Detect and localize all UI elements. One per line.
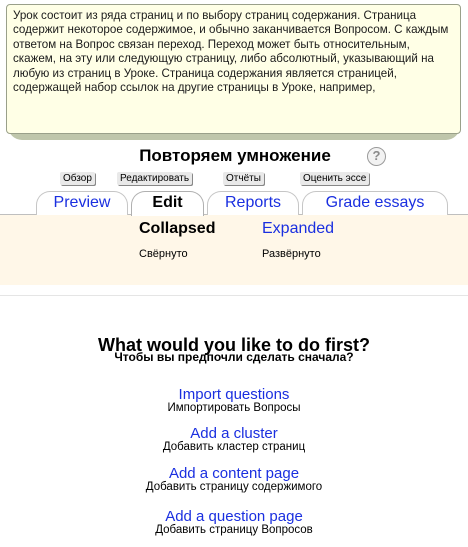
- tab-caption-grade: Оценить эссе: [300, 172, 370, 185]
- question-caption: Чтобы вы предпочли сделать сначала?: [114, 350, 354, 364]
- tab-preview[interactable]: Preview: [36, 191, 128, 215]
- subtab-band: [0, 215, 468, 285]
- add-cluster-link[interactable]: Add a cluster: [0, 425, 468, 442]
- help-icon[interactable]: ?: [367, 147, 386, 166]
- info-text: Урок состоит из ряда страниц и по выбору…: [13, 9, 449, 95]
- tab-edit[interactable]: Edit: [131, 191, 204, 216]
- tab-caption-reports: Отчёты: [223, 172, 264, 185]
- subtab-expanded-caption: Развёрнуто: [262, 248, 321, 260]
- info-tooltip: Урок состоит из ряда страниц и по выбору…: [6, 4, 461, 134]
- subtab-expanded[interactable]: Expanded: [262, 220, 334, 238]
- tab-reports[interactable]: Reports: [207, 191, 299, 215]
- tab-row: Preview Edit Reports Grade essays: [0, 191, 468, 216]
- add-content-page-link[interactable]: Add a content page: [0, 465, 468, 482]
- divider: [0, 295, 468, 296]
- add-question-page-link[interactable]: Add a question page: [0, 508, 468, 525]
- add-content-page-caption: Добавить страницу содержимого: [145, 481, 323, 493]
- subtab-collapsed-caption: Свёрнуто: [139, 248, 188, 260]
- add-cluster-caption: Добавить кластер страниц: [162, 441, 306, 453]
- import-questions-caption: Импортировать Вопросы: [167, 402, 301, 414]
- import-questions-link[interactable]: Import questions: [0, 386, 468, 403]
- tab-caption-edit: Редактировать: [117, 172, 193, 185]
- add-question-page-caption: Добавить страницу Вопросов: [155, 524, 313, 536]
- tab-caption-overview: Обзор: [60, 172, 95, 185]
- subtab-collapsed[interactable]: Collapsed: [139, 220, 215, 238]
- tab-grade-essays[interactable]: Grade essays: [302, 191, 448, 215]
- page-title: Повторяем умножение: [139, 146, 331, 165]
